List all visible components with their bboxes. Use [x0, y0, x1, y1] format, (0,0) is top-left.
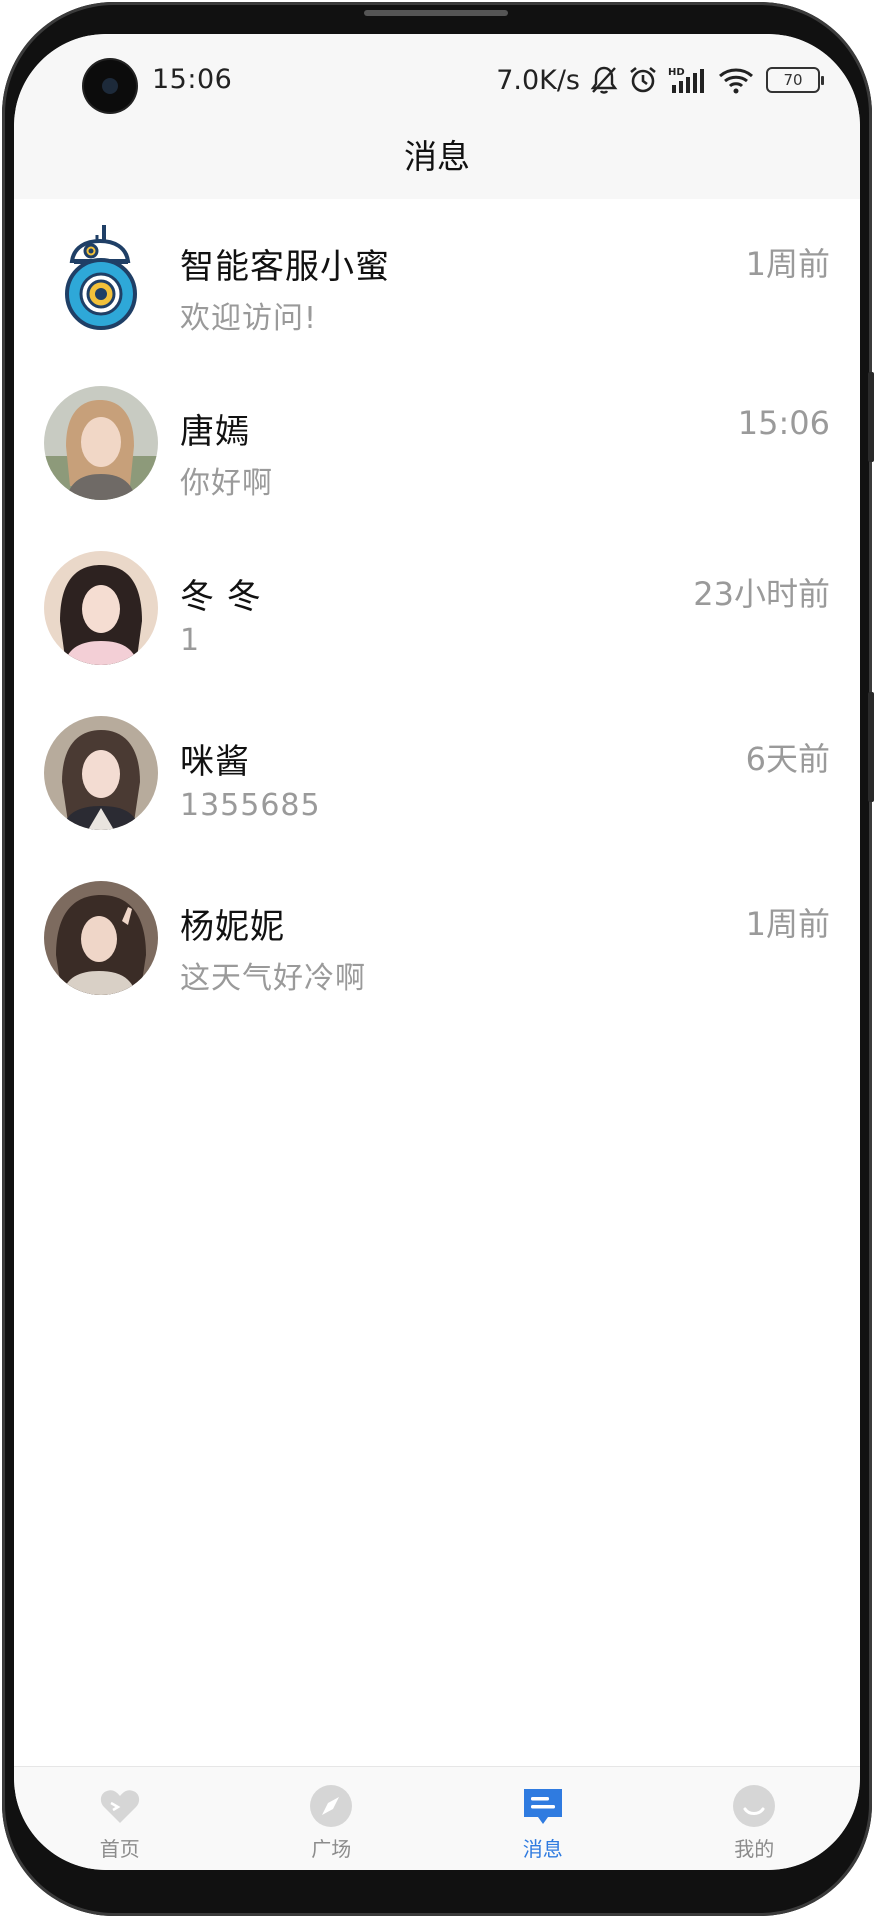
bell-muted-icon: [590, 66, 618, 94]
contact-name: 杨妮妮: [180, 907, 285, 947]
tab-label: 消息: [522, 1837, 563, 1861]
tab-mine[interactable]: 我的: [649, 1767, 861, 1870]
photo-avatar: [44, 386, 158, 500]
tab-label: 我的: [734, 1837, 775, 1861]
svg-text:HD: HD: [668, 67, 685, 78]
message-preview: 1355685: [180, 788, 321, 823]
list-item[interactable]: 咪酱 1355685 6天前: [14, 694, 860, 859]
status-time: 15:06: [152, 64, 233, 95]
tab-messages[interactable]: 消息: [437, 1767, 649, 1870]
tab-square[interactable]: 广场: [226, 1767, 438, 1870]
front-camera: [84, 60, 136, 112]
message-preview: 这天气好冷啊: [180, 961, 366, 996]
alarm-icon: [630, 66, 656, 93]
top-bar: 15:06 7.0K/s HD 70 消息: [14, 34, 860, 199]
list-item[interactable]: 杨妮妮 这天气好冷啊 1周前: [14, 859, 860, 1024]
heart-icon: [100, 1790, 139, 1823]
contact-name: 唐嫣: [180, 412, 250, 452]
compass-icon: [310, 1785, 353, 1827]
message-preview: 1: [180, 623, 201, 658]
app-screen: 15:06 7.0K/s HD 70 消息 智能客服小蜜 欢迎访问! 1周前 唐…: [14, 34, 860, 1870]
battery-indicator: 70: [766, 67, 824, 93]
network-speed: 7.0K/s: [496, 64, 580, 96]
message-time: 1周前: [745, 245, 830, 283]
list-item[interactable]: 唐嫣 你好啊 15:06: [14, 364, 860, 529]
wifi-icon: [719, 68, 753, 94]
power-button: [868, 692, 874, 802]
contact-name: 冬 冬: [180, 577, 262, 617]
status-icons: 7.0K/s HD 70: [496, 62, 824, 98]
bottom-tab-bar: 首页 广场 消息 我的: [14, 1766, 860, 1870]
message-time: 23小时前: [693, 575, 830, 613]
message-time: 1周前: [745, 905, 830, 943]
phone-frame: 15:06 7.0K/s HD 70 消息 智能客服小蜜 欢迎访问! 1周前 唐…: [0, 0, 876, 1920]
tab-label: 广场: [311, 1837, 352, 1861]
contact-name: 咪酱: [180, 742, 250, 782]
message-time: 6天前: [745, 740, 830, 778]
list-item[interactable]: 智能客服小蜜 欢迎访问! 1周前: [14, 199, 860, 364]
tab-label: 首页: [99, 1837, 140, 1861]
tab-home[interactable]: 首页: [14, 1767, 226, 1870]
message-list: 智能客服小蜜 欢迎访问! 1周前 唐嫣 你好啊 15:06 冬 冬 1 23小时…: [14, 199, 860, 1024]
speaker-slot: [364, 10, 508, 16]
contact-name: 智能客服小蜜: [180, 247, 390, 287]
photo-avatar: [44, 551, 158, 665]
page-title: 消息: [404, 137, 470, 176]
message-time: 15:06: [737, 404, 830, 442]
robot-avatar: [44, 221, 158, 335]
list-item[interactable]: 冬 冬 1 23小时前: [14, 529, 860, 694]
message-preview: 你好啊: [180, 466, 273, 501]
photo-avatar: [44, 881, 158, 995]
volume-button: [868, 372, 874, 462]
message-icon: [523, 1789, 562, 1824]
device-bezel: 15:06 7.0K/s HD 70 消息 智能客服小蜜 欢迎访问! 1周前 唐…: [2, 2, 874, 1916]
signal-hd-icon: HD: [668, 67, 704, 93]
message-preview: 欢迎访问!: [180, 301, 318, 336]
photo-avatar: [44, 716, 158, 830]
smile-icon: [733, 1785, 776, 1827]
